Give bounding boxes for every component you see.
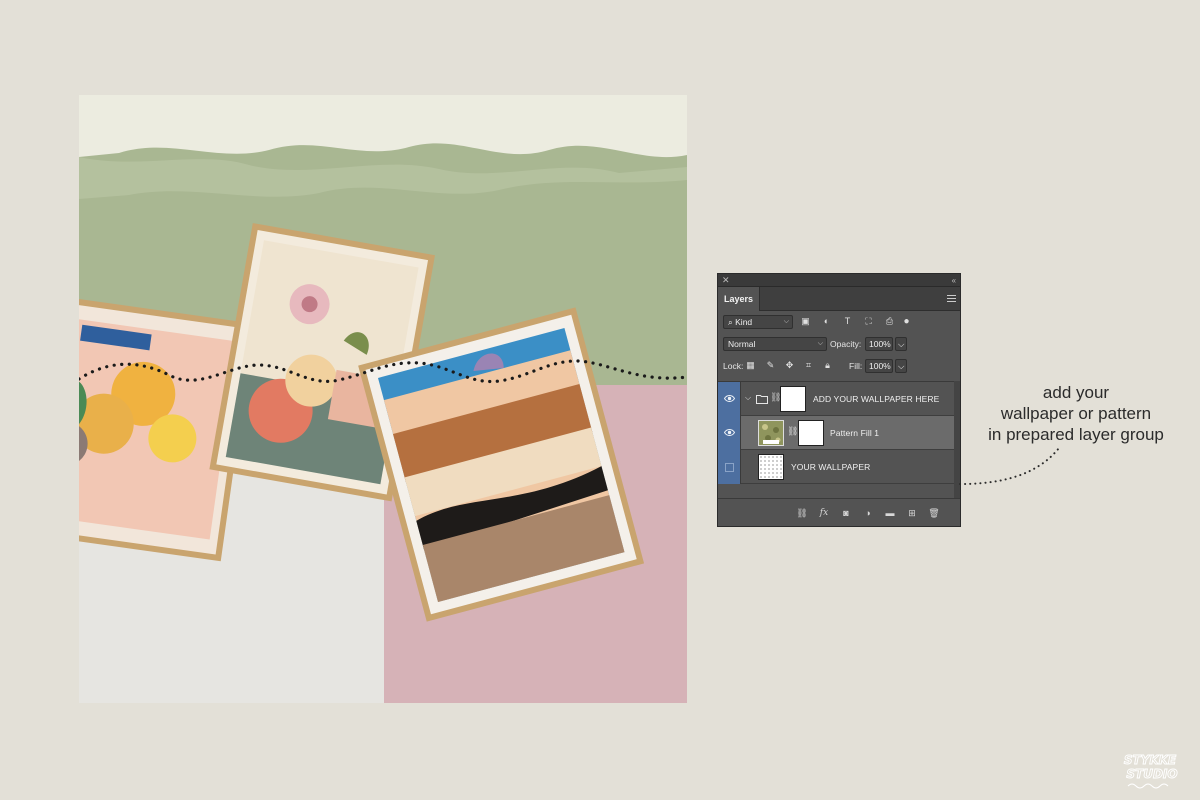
- blend-mode-value: Normal: [728, 339, 756, 349]
- lock-image-icon[interactable]: ✎: [765, 360, 776, 371]
- layer-name: ADD YOUR WALLPAPER HERE: [813, 394, 940, 404]
- lock-all-icon[interactable]: 🔒︎: [822, 360, 833, 371]
- layer-visibility-toggle[interactable]: [718, 382, 741, 416]
- pattern-thumbnail: [758, 420, 784, 446]
- mask-link-icon[interactable]: ⛓︎: [787, 426, 798, 437]
- lock-row: Lock: ▦ ✎ ✥ ⌗ 🔒︎ Fill: 100% ⌵: [718, 355, 960, 377]
- filter-kind-select[interactable]: ⌕ Kind ⌵: [723, 315, 793, 329]
- layer-row[interactable]: ⛓︎ Pattern Fill 1: [718, 416, 954, 450]
- logo-line1: STYKKE: [1124, 753, 1177, 767]
- layer-mask-thumbnail: [798, 420, 824, 446]
- filter-adjustment-icon[interactable]: ◐: [821, 316, 832, 327]
- lock-artboard-icon[interactable]: ⌗: [803, 360, 814, 371]
- blend-mode-select[interactable]: Normal ⌵: [723, 337, 827, 351]
- filter-type-icon[interactable]: T: [842, 316, 853, 327]
- layers-list: ⌵ ⛓︎ ADD YOUR WALLPAPER HERE ⛓︎ Pattern …: [718, 381, 960, 499]
- layer-name: Pattern Fill 1: [830, 428, 880, 438]
- fill-field[interactable]: 100%: [865, 359, 893, 373]
- layer-visibility-toggle[interactable]: [718, 416, 741, 450]
- mockup-image: [79, 95, 687, 703]
- filter-shape-icon[interactable]: ⛶: [863, 316, 874, 327]
- filter-toggle-icon[interactable]: ●: [901, 316, 912, 327]
- lock-transparent-icon[interactable]: ▦: [745, 360, 756, 371]
- filter-pixel-icon[interactable]: ▣: [800, 316, 811, 327]
- opacity-label: Opacity:: [830, 339, 862, 349]
- panel-tab-row: Layers: [718, 287, 960, 311]
- eye-icon: [724, 429, 735, 436]
- trash-icon[interactable]: 🗑︎: [928, 507, 940, 519]
- blend-row: Normal ⌵ Opacity: 100% ⌵: [718, 333, 960, 355]
- visibility-off-icon: [725, 463, 734, 472]
- filter-row: ⌕ Kind ⌵ ▣ ◐ T ⛶ ⎙ ●: [718, 311, 960, 333]
- adjustment-layer-icon[interactable]: ◑: [862, 507, 874, 519]
- smart-object-thumbnail: [758, 454, 784, 480]
- callout-dotted-line: [959, 447, 1060, 485]
- chevron-down-icon: ⌵: [783, 318, 789, 325]
- folder-icon: [756, 395, 768, 404]
- panel-footer: ⛓︎ fx ◙ ◑ ▬ ⊞ 🗑︎: [718, 498, 960, 526]
- layer-row[interactable]: ⌵ ⛓︎ ADD YOUR WALLPAPER HERE: [718, 382, 954, 416]
- eye-icon: [724, 395, 735, 402]
- logo-wave: [1127, 783, 1169, 789]
- fx-icon[interactable]: fx: [818, 507, 830, 519]
- layer-row[interactable]: YOUR WALLPAPER: [718, 450, 954, 484]
- link-layers-icon[interactable]: ⛓︎: [796, 507, 808, 519]
- annotation-text: add your wallpaper or pattern in prepare…: [970, 382, 1182, 445]
- fill-dropdown[interactable]: ⌵: [895, 359, 907, 373]
- lock-position-icon[interactable]: ✥: [784, 360, 795, 371]
- annotation-line: wallpaper or pattern: [1000, 404, 1152, 423]
- filter-smart-object-icon[interactable]: ⎙: [884, 316, 895, 327]
- panel-menu-icon[interactable]: [947, 295, 956, 302]
- close-icon[interactable]: ✕: [722, 275, 730, 286]
- layers-panel: ✕ ‹‹ Layers ⌕ Kind ⌵ ▣ ◐ T ⛶ ⎙ ● Normal …: [717, 273, 961, 527]
- annotation-line: add your: [1042, 383, 1110, 402]
- pattern-swatch-icon: [759, 421, 783, 445]
- chevron-down-icon: ⌵: [898, 339, 905, 349]
- opacity-dropdown[interactable]: ⌵: [895, 337, 907, 351]
- panel-titlebar: ✕ ‹‹: [718, 274, 960, 287]
- chevron-down-icon: ⌵: [817, 340, 823, 347]
- collapse-icon[interactable]: ‹‹: [952, 275, 956, 286]
- layer-visibility-toggle[interactable]: [718, 450, 741, 484]
- opacity-field[interactable]: 100%: [865, 337, 893, 351]
- new-layer-icon[interactable]: ⊞: [906, 507, 918, 519]
- add-mask-icon[interactable]: ◙: [840, 507, 852, 519]
- filter-kind-label: Kind: [735, 317, 753, 327]
- lock-label: Lock:: [723, 361, 744, 371]
- search-icon: ⌕: [728, 317, 733, 327]
- tab-layers[interactable]: Layers: [718, 287, 760, 311]
- layer-mask-thumbnail: [780, 386, 806, 412]
- new-group-icon[interactable]: ▬: [884, 507, 896, 519]
- group-expand-chevron-icon[interactable]: ⌵: [745, 393, 751, 403]
- layer-name: YOUR WALLPAPER: [791, 462, 871, 472]
- stykke-studio-logo: STYKKE STUDIO: [1123, 753, 1178, 789]
- fill-label: Fill:: [849, 361, 863, 371]
- chevron-down-icon: ⌵: [898, 361, 905, 371]
- logo-line2: STUDIO: [1126, 767, 1177, 781]
